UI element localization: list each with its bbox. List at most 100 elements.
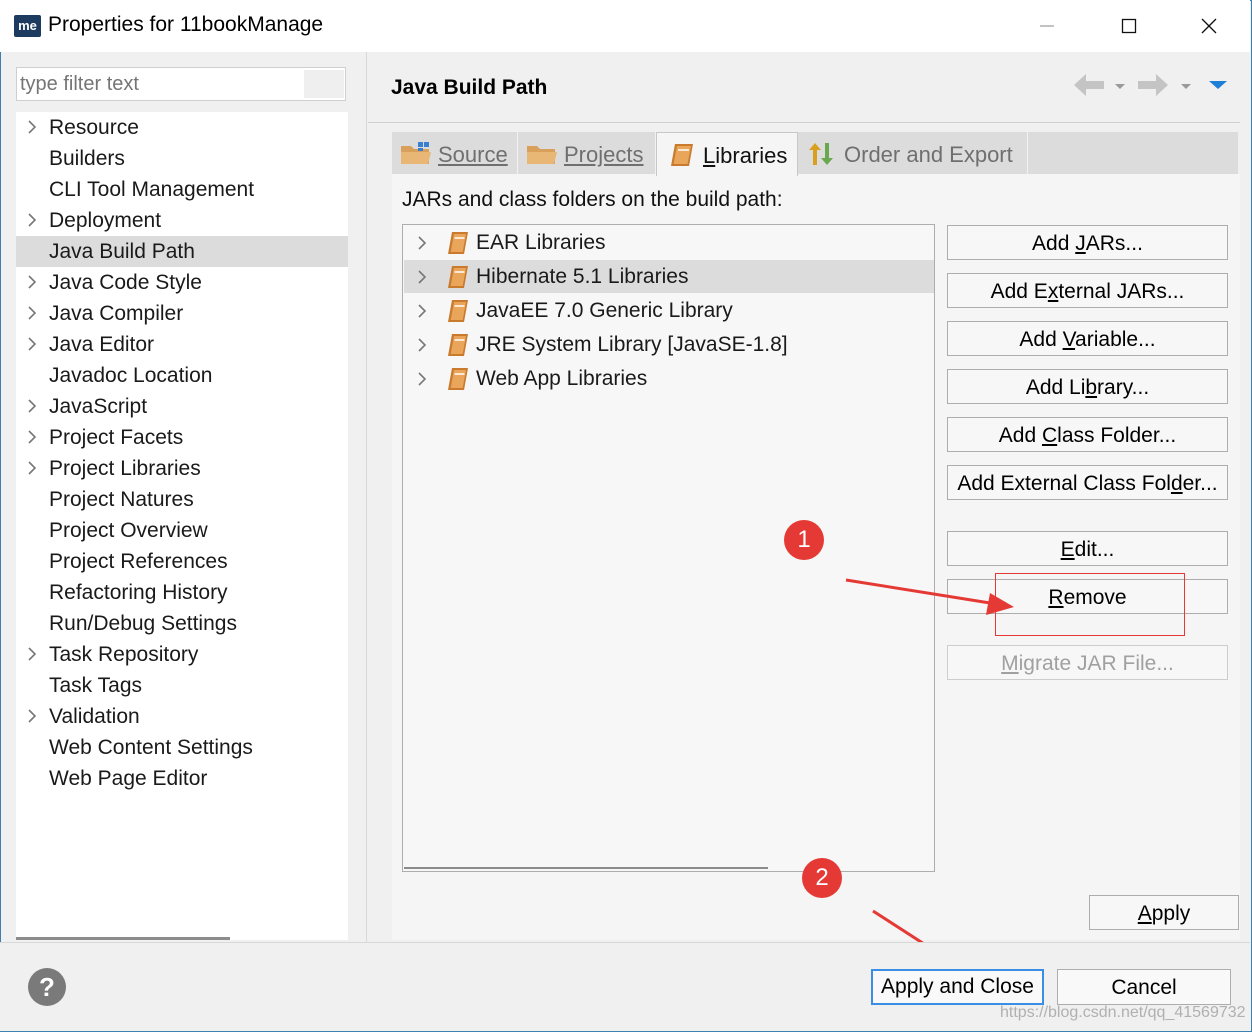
nav-item[interactable]: Project Libraries xyxy=(16,453,348,484)
nav-item-label: Refactoring History xyxy=(49,581,228,604)
view-menu-icon xyxy=(1209,81,1227,89)
back-button[interactable] xyxy=(1070,70,1108,100)
build-path-label: JARs and class folders on the build path… xyxy=(402,188,783,211)
nav-item[interactable]: Project Natures xyxy=(16,484,348,515)
nav-item[interactable]: Task Tags xyxy=(16,670,348,701)
chevron-right-icon[interactable] xyxy=(416,269,428,285)
chevron-right-icon[interactable] xyxy=(25,429,39,445)
maximize-button[interactable] xyxy=(1106,0,1152,52)
chevron-right-icon[interactable] xyxy=(416,235,428,251)
chevron-right-icon[interactable] xyxy=(25,274,39,290)
nav-item[interactable]: Java Compiler xyxy=(16,298,348,329)
chevron-right-icon[interactable] xyxy=(25,460,39,476)
library-row[interactable]: JRE System Library [JavaSE-1.8] xyxy=(404,328,934,361)
library-row[interactable]: Web App Libraries xyxy=(404,362,934,395)
add-variable-button[interactable]: Add Variable... xyxy=(947,321,1228,356)
nav-item[interactable]: Refactoring History xyxy=(16,577,348,608)
add-external-class-folder-button[interactable]: Add External Class Folder... xyxy=(947,465,1228,500)
tab-order-and-export[interactable]: Order and Export xyxy=(798,132,1028,174)
nav-item[interactable]: Project References xyxy=(16,546,348,577)
tab-source-label: Source xyxy=(438,142,508,167)
add-class-folder-button[interactable]: Add Class Folder... xyxy=(947,417,1228,452)
library-label: EAR Libraries xyxy=(476,231,606,254)
add-library-button[interactable]: Add Library... xyxy=(947,369,1228,404)
cancel-button[interactable]: Cancel xyxy=(1057,969,1231,1005)
nav-item[interactable]: Java Editor xyxy=(16,329,348,360)
minimize-icon xyxy=(1040,25,1054,27)
edit-button[interactable]: Edit... xyxy=(947,531,1228,566)
tree-horizontal-scrollbar[interactable] xyxy=(404,867,768,869)
nav-item[interactable]: CLI Tool Management xyxy=(16,174,348,205)
nav-item-label: Task Tags xyxy=(49,674,142,697)
filter-clear-area[interactable] xyxy=(304,70,344,98)
library-icon xyxy=(448,232,468,254)
nav-item[interactable]: Builders xyxy=(16,143,348,174)
nav-horizontal-scrollbar[interactable] xyxy=(16,937,230,940)
nav-item-label: Web Page Editor xyxy=(49,767,208,790)
help-button[interactable]: ? xyxy=(28,968,66,1006)
chevron-down-icon xyxy=(1181,84,1191,89)
library-row[interactable]: JavaEE 7.0 Generic Library xyxy=(404,294,934,327)
forward-button[interactable] xyxy=(1134,70,1172,100)
nav-item-label: Java Compiler xyxy=(49,302,184,325)
view-menu-button[interactable] xyxy=(1206,76,1230,94)
nav-item-label: Java Editor xyxy=(49,333,155,356)
add-external-jars-button[interactable]: Add External JARs... xyxy=(947,273,1228,308)
chevron-right-icon[interactable] xyxy=(416,303,428,319)
library-label: Web App Libraries xyxy=(476,367,648,390)
library-row[interactable]: EAR Libraries xyxy=(404,226,934,259)
migrate-jar-file-button: Migrate JAR File... xyxy=(947,645,1228,680)
chevron-down-icon xyxy=(1115,84,1125,89)
pane-divider[interactable] xyxy=(366,52,367,942)
nav-item[interactable]: Web Content Settings xyxy=(16,732,348,763)
library-icon xyxy=(448,266,468,288)
add-jars-button[interactable]: Add JARs... xyxy=(947,225,1228,260)
forward-arrow-icon xyxy=(1138,74,1168,96)
close-button[interactable] xyxy=(1186,0,1232,52)
nav-item[interactable]: Javadoc Location xyxy=(16,360,348,391)
chevron-right-icon[interactable] xyxy=(25,212,39,228)
nav-item[interactable]: Deployment xyxy=(16,205,348,236)
tab-source[interactable]: Source xyxy=(392,132,518,174)
nav-item-label: Project Overview xyxy=(49,519,208,542)
nav-item-label: Project References xyxy=(49,550,228,573)
filter-input[interactable] xyxy=(18,70,307,98)
nav-item[interactable]: Validation xyxy=(16,701,348,732)
back-arrow-icon xyxy=(1074,74,1104,96)
nav-item[interactable]: Java Code Style xyxy=(16,267,348,298)
nav-item-label: Javadoc Location xyxy=(49,364,213,387)
chevron-right-icon[interactable] xyxy=(25,336,39,352)
chevron-right-icon[interactable] xyxy=(25,646,39,662)
chevron-right-icon[interactable] xyxy=(25,398,39,414)
nav-item[interactable]: Run/Debug Settings xyxy=(16,608,348,639)
library-icon xyxy=(448,334,468,356)
maximize-icon xyxy=(1121,18,1137,34)
chevron-right-icon[interactable] xyxy=(416,337,428,353)
tab-libraries[interactable]: Libraries xyxy=(656,132,798,176)
back-history-dropdown[interactable] xyxy=(1112,80,1128,92)
minimize-button[interactable] xyxy=(1024,0,1070,52)
nav-item[interactable]: Project Overview xyxy=(16,515,348,546)
chevron-right-icon[interactable] xyxy=(25,708,39,724)
forward-history-dropdown[interactable] xyxy=(1178,80,1194,92)
apply-and-close-button[interactable]: Apply and Close xyxy=(871,969,1044,1005)
nav-item[interactable]: Web Page Editor xyxy=(16,763,348,794)
tab-projects[interactable]: Projects xyxy=(518,132,656,174)
library-row[interactable]: Hibernate 5.1 Libraries xyxy=(404,260,934,293)
chevron-right-icon[interactable] xyxy=(25,119,39,135)
watermark: https://blog.csdn.net/qq_41569732 xyxy=(1000,1004,1246,1021)
apply-button[interactable]: Apply xyxy=(1089,895,1239,930)
nav-item-label: Resource xyxy=(49,116,139,139)
chevron-right-icon[interactable] xyxy=(25,305,39,321)
nav-item[interactable]: Java Build Path xyxy=(16,236,348,267)
nav-item[interactable]: Project Facets xyxy=(16,422,348,453)
nav-item-label: Deployment xyxy=(49,209,162,232)
tab-order-label: Order and Export xyxy=(844,142,1013,167)
filter-field[interactable] xyxy=(16,67,346,101)
nav-item[interactable]: JavaScript xyxy=(16,391,348,422)
chevron-right-icon[interactable] xyxy=(416,371,428,387)
nav-item[interactable]: Task Repository xyxy=(16,639,348,670)
library-label: JRE System Library [JavaSE-1.8] xyxy=(476,333,788,356)
nav-item-label: Web Content Settings xyxy=(49,736,253,759)
nav-item[interactable]: Resource xyxy=(16,112,348,143)
